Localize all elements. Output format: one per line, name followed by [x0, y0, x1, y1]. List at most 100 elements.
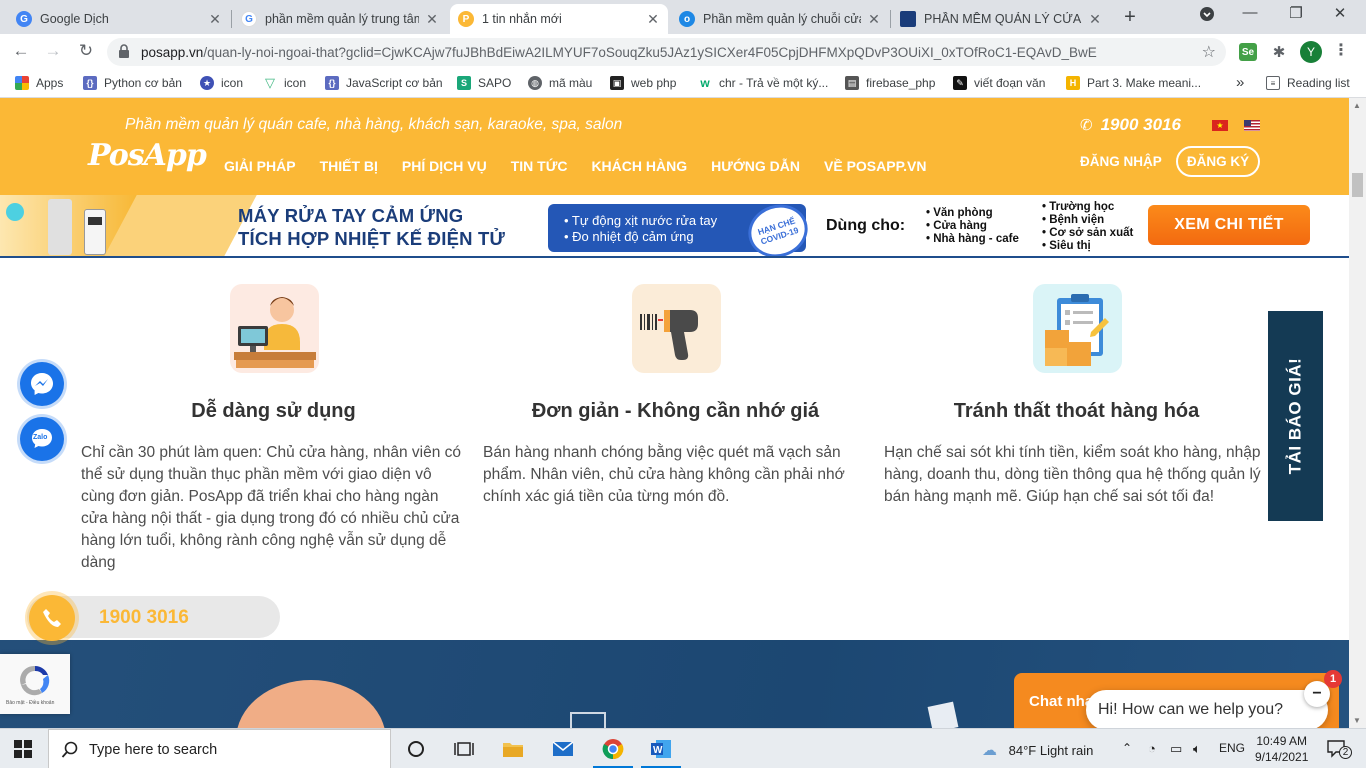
bookmark-icon-1[interactable]: ★ icon — [200, 76, 243, 90]
close-tab-icon[interactable]: ✕ — [867, 11, 881, 28]
battery-icon[interactable]: ▭ — [1170, 741, 1182, 757]
bookmark-apps[interactable]: Apps — [15, 76, 63, 90]
word-icon[interactable]: W — [649, 737, 673, 761]
mail-icon[interactable] — [551, 737, 575, 761]
extensions-puzzle-icon[interactable]: ✱ — [1270, 43, 1288, 61]
minimize-button[interactable]: — — [1240, 4, 1260, 21]
inventory-clipboard-icon — [1033, 284, 1122, 373]
nav-giai-phap[interactable]: GIẢI PHÁP — [224, 158, 296, 174]
banner-use-for-label: Dùng cho: — [826, 217, 906, 234]
tab-google-dich[interactable]: G Google Dịch ✕ — [8, 4, 230, 34]
cortana-icon[interactable] — [404, 737, 428, 761]
recaptcha-badge[interactable]: Bảo mật - Điều khoản — [0, 654, 70, 714]
nav-khach-hang[interactable]: KHÁCH HÀNG — [591, 158, 687, 174]
tab-phan-mem-cua-hang[interactable]: PHẦN MỀM QUẢN LÝ CỬA HÀ ✕ — [892, 4, 1110, 34]
close-tab-icon[interactable]: ✕ — [208, 11, 222, 28]
weather-text: 84°F Light rain — [1008, 743, 1094, 758]
posapp-favicon-icon: P — [458, 11, 474, 27]
page-scrollbar[interactable]: ▲ ▼ — [1349, 98, 1366, 728]
floating-hotline-number: 1900 3016 — [99, 607, 189, 628]
bookmark-web-php[interactable]: ▣ web php — [610, 76, 676, 90]
us-flag-icon[interactable] — [1244, 120, 1260, 131]
new-tab-button[interactable]: + — [1119, 6, 1141, 29]
tab-chuoi-cua-hang[interactable]: o Phần mềm quản lý chuỗi cửa ✕ — [671, 4, 889, 34]
windows-taskbar: Type here to search W ☁ 84°F Light rain … — [0, 728, 1366, 768]
forward-button[interactable]: → — [42, 41, 64, 61]
header-hotline[interactable]: ✆ 1900 3016 — [1080, 115, 1181, 135]
bookmark-label: web php — [631, 76, 677, 90]
url-text[interactable]: posapp.vn/quan-ly-noi-ngoai-that?gclid=C… — [141, 45, 1191, 60]
bookmark-sapo[interactable]: S SAPO — [457, 76, 511, 90]
banner-cta-button[interactable]: XEM CHI TIẾT — [1148, 205, 1310, 245]
clock-date: 9/14/2021 — [1255, 750, 1309, 764]
close-window-button[interactable]: ✕ — [1330, 4, 1350, 22]
bookmark-javascript[interactable]: {} JavaScript cơ bản — [325, 76, 443, 90]
close-tab-icon[interactable]: ✕ — [646, 11, 660, 28]
selenium-extension-icon[interactable]: Se — [1239, 43, 1257, 61]
network-icon[interactable]: ◔ — [1148, 741, 1156, 756]
browser-menu-icon[interactable]: ⋮ — [1333, 40, 1349, 60]
scroll-down-icon[interactable]: ▼ — [1353, 716, 1361, 725]
floating-hotline[interactable]: 1900 3016 — [27, 595, 280, 641]
tab-tin-nhan-moi[interactable]: P 1 tin nhắn mới ✕ — [450, 4, 668, 34]
register-button[interactable]: ĐĂNG KÝ — [1176, 146, 1260, 177]
bracket-icon: {} — [83, 76, 97, 90]
weather-widget[interactable]: ☁ 84°F Light rain — [982, 741, 1093, 759]
address-bar[interactable]: posapp.vn/quan-ly-noi-ngoai-that?gclid=C… — [107, 38, 1226, 66]
nav-tin-tuc[interactable]: TIN TỨC — [511, 158, 568, 174]
profile-avatar[interactable]: Y — [1300, 41, 1322, 63]
input-language[interactable]: ENG — [1219, 741, 1245, 755]
login-link[interactable]: ĐĂNG NHẬP — [1080, 154, 1162, 169]
bookmark-ma-mau[interactable]: ◍ mã màu — [528, 76, 592, 90]
logo-text: PosApp — [88, 138, 207, 173]
chat-greeting-bubble[interactable]: Hi! How can we help you? — [1086, 690, 1328, 730]
bracket-icon: {} — [325, 76, 339, 90]
scrollbar-thumb[interactable] — [1352, 173, 1363, 197]
bookmark-label: Python cơ bản — [104, 76, 182, 90]
promo-banner[interactable]: MÁY RỬA TAY CẢM ỨNG TÍCH HỢP NHIỆT KẾ ĐI… — [0, 195, 1349, 258]
nav-ve-posapp[interactable]: VỀ POSAPP.VN — [824, 158, 926, 174]
url-path: /quan-ly-noi-ngoai-that?gclid=CjwKCAjw7f… — [203, 45, 1097, 60]
volume-icon[interactable]: 🔈︎ — [1193, 741, 1201, 757]
bookmark-python[interactable]: {} Python cơ bản — [83, 76, 182, 90]
zalo-button[interactable]: Zalo — [20, 417, 64, 461]
file-explorer-icon[interactable] — [501, 737, 525, 761]
nav-thiet-bi[interactable]: THIẾT BỊ — [320, 158, 378, 174]
taskbar-clock[interactable]: 10:49 AM 9/14/2021 — [1255, 733, 1308, 765]
recaptcha-terms[interactable]: Bảo mật - Điều khoản — [6, 700, 54, 706]
url-host: posapp.vn — [141, 45, 204, 60]
vietnam-flag-icon[interactable]: ★ — [1212, 120, 1228, 131]
reading-list-button[interactable]: ≡ Reading list — [1266, 76, 1350, 90]
bookmark-firebase-php[interactable]: ▤ firebase_php — [845, 76, 935, 90]
windows-start-icon[interactable] — [14, 740, 32, 758]
barcode-scanner-icon — [632, 284, 721, 373]
nav-huong-dan[interactable]: HƯỚNG DẪN — [711, 158, 800, 174]
lock-icon[interactable] — [119, 44, 129, 58]
bookmark-icon-2[interactable]: ▽ icon — [263, 75, 306, 90]
tab-search-icon[interactable] — [1197, 6, 1217, 26]
back-button[interactable]: ← — [10, 41, 32, 61]
reload-button[interactable]: ↻ — [75, 41, 97, 61]
more-bookmarks-button[interactable]: » — [1236, 74, 1244, 91]
bookmark-chr[interactable]: w chr - Trả về một ký... — [698, 76, 828, 90]
restore-button[interactable]: ❐ — [1286, 4, 1306, 22]
tray-overflow-icon[interactable]: ⌃ — [1122, 741, 1132, 755]
taskbar-search-box[interactable]: Type here to search — [48, 729, 391, 768]
posapp-logo[interactable]: PosApp — [88, 138, 207, 182]
bookmark-part3[interactable]: H Part 3. Make meani... — [1066, 76, 1201, 90]
cashier-person-icon — [230, 284, 319, 373]
task-view-icon[interactable] — [452, 737, 476, 761]
download-quote-tab[interactable]: TẢI BÁO GIÁ! — [1268, 311, 1323, 521]
nav-phi-dich-vu[interactable]: PHÍ DỊCH VỤ — [402, 158, 487, 174]
chrome-icon[interactable] — [601, 737, 625, 761]
notification-center-icon[interactable]: 2 — [1326, 739, 1352, 762]
tab-phan-mem-quan-ly-trung-tam[interactable]: G phần mềm quản lý trung tâm ✕ — [233, 4, 447, 34]
scroll-up-icon[interactable]: ▲ — [1353, 101, 1361, 110]
close-tab-icon[interactable]: ✕ — [425, 11, 439, 28]
messenger-button[interactable] — [20, 362, 64, 406]
banner-use-list-1: • Văn phòng • Cửa hàng • Nhà hàng - cafe — [926, 207, 1019, 245]
zalo-label: Zalo — [33, 434, 48, 441]
bookmark-star-icon[interactable]: ☆ — [1202, 42, 1216, 62]
bookmark-viet-doan-van[interactable]: ✎ viết đoạn văn — [953, 76, 1045, 90]
close-tab-icon[interactable]: ✕ — [1088, 11, 1102, 28]
